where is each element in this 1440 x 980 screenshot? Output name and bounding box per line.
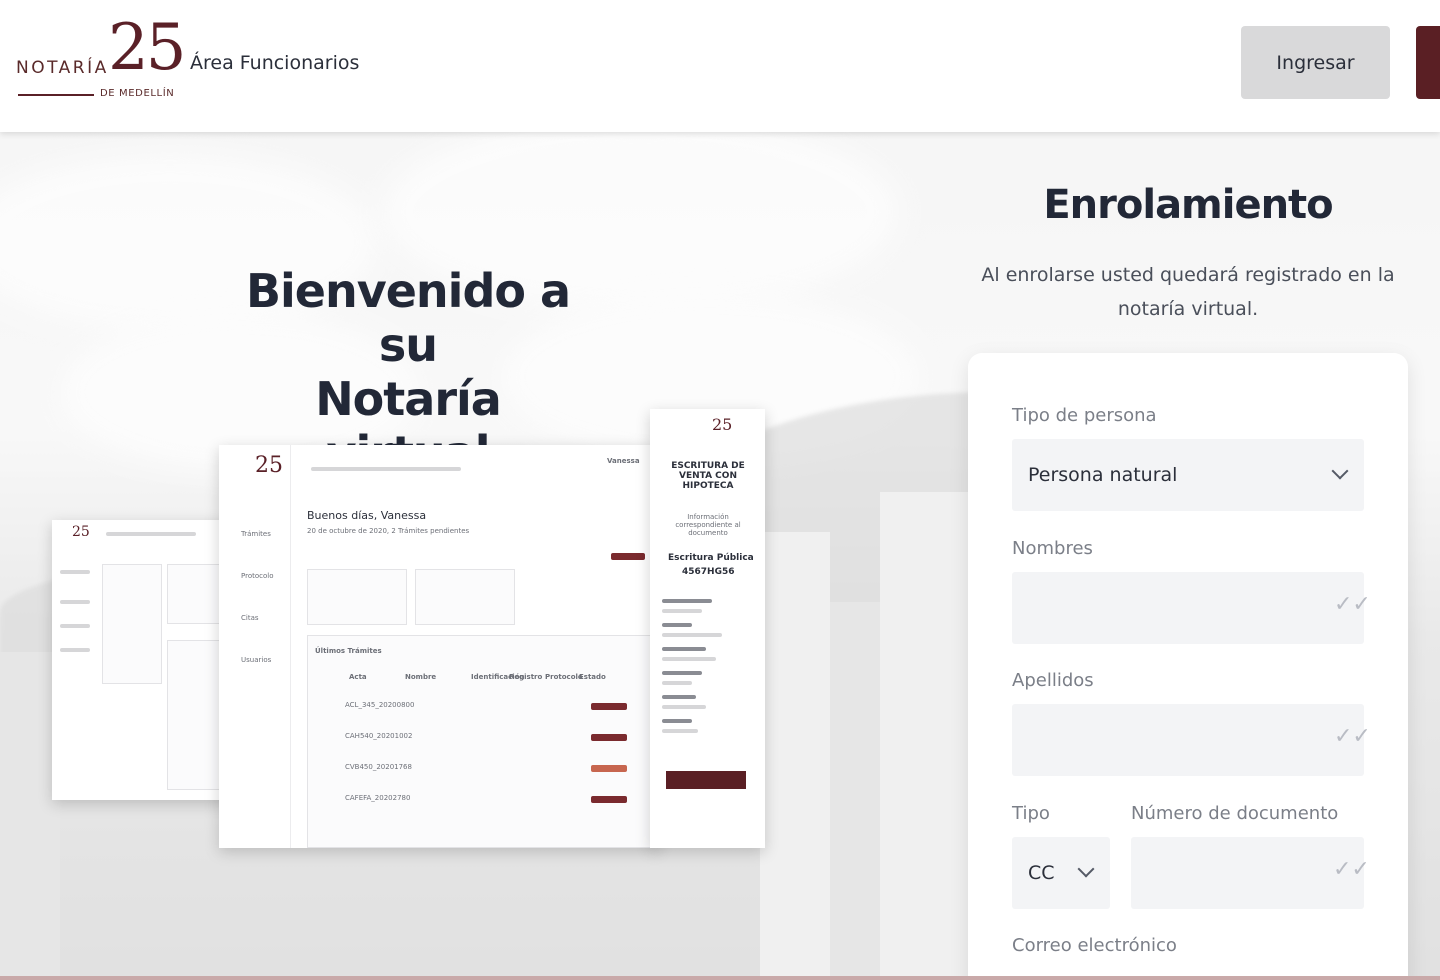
nombres-label: Nombres xyxy=(1012,538,1093,559)
enrolamiento-description: Al enrolarse usted quedará registrado en… xyxy=(981,264,1395,320)
welcome-line-1: Bienvenido a su xyxy=(245,264,571,372)
mockup-card xyxy=(167,564,227,624)
mockup-row-acta: CAFEFA_20202780 xyxy=(345,794,411,802)
mockup-stat-card xyxy=(307,569,407,625)
secondary-header-button[interactable] xyxy=(1416,26,1440,99)
mockup-line xyxy=(662,719,692,723)
mockup-line xyxy=(662,705,706,709)
tipo-persona-select[interactable]: Persona natural xyxy=(1012,439,1364,511)
mockup-row-status xyxy=(591,796,627,803)
mockup-search xyxy=(311,467,461,471)
mockup-col: Registro xyxy=(509,673,543,681)
mockup-card xyxy=(102,564,162,684)
mockup-card xyxy=(167,640,227,790)
mockup-sidebar-item: Protocolo xyxy=(241,572,274,580)
mockup-line xyxy=(60,600,90,604)
mockup-table-title: Últimos Trámites xyxy=(315,647,382,655)
mockup-logo: 25 xyxy=(255,453,283,478)
mockup-row-status xyxy=(591,734,627,741)
mockup-row-acta: CAH540_20201002 xyxy=(345,732,413,740)
mockup-table-card xyxy=(307,635,659,848)
mockup-line xyxy=(662,729,698,733)
double-check-icon: ✓✓ xyxy=(1333,857,1370,882)
mockup-doc-title: ESCRITURA DE VENTA CON HIPOTECA xyxy=(671,461,745,491)
double-check-icon: ✓✓ xyxy=(1334,724,1371,749)
logo-rule xyxy=(18,94,94,96)
logo-number: 25 xyxy=(108,11,186,85)
mockup-doc-number: 4567HG56 xyxy=(682,567,735,577)
chevron-down-icon xyxy=(1331,462,1349,480)
logo-word: NOTARÍA xyxy=(16,58,109,78)
tipo-persona-value: Persona natural xyxy=(1028,464,1178,486)
tipo-documento-label: Tipo xyxy=(1012,803,1050,824)
mockup-user: Vanessa xyxy=(607,457,640,465)
mockup-row-status xyxy=(591,765,627,772)
mockup-line xyxy=(60,624,90,628)
mockup-col: Estado xyxy=(579,673,606,681)
tipo-documento-value: CC xyxy=(1028,862,1055,884)
mockup-line xyxy=(60,570,90,574)
numero-documento-input[interactable]: ✓✓ xyxy=(1131,837,1370,909)
tipo-documento-select[interactable]: CC xyxy=(1012,837,1110,909)
notaria-logo[interactable]: NOTARÍA 25 DE MEDELLÍN xyxy=(16,16,186,106)
mockup-col: Protocolo xyxy=(545,673,583,681)
chevron-down-icon xyxy=(1077,860,1095,878)
mockup-sidebar-item: Citas xyxy=(241,614,259,622)
mockup-line xyxy=(662,647,706,651)
mockup-action xyxy=(611,553,645,560)
mockup-logo: 25 xyxy=(72,524,90,540)
nombres-input[interactable]: ✓✓ xyxy=(1012,572,1371,644)
mockup-main-screen: 25 Trámites Protocolo Citas Usuarios Van… xyxy=(219,445,659,848)
mockup-doc-number-label: Escritura Pública xyxy=(668,553,754,563)
mockup-doc-button xyxy=(666,771,746,789)
mockup-line xyxy=(60,648,90,652)
enrolamiento-title: Enrolamiento xyxy=(1043,182,1333,228)
mockup-col: Nombre xyxy=(405,673,437,681)
mockup-date: 20 de octubre de 2020, 2 Trámites pendie… xyxy=(307,527,470,535)
apellidos-label: Apellidos xyxy=(1012,670,1094,691)
mockup-small-screen: 25 xyxy=(52,520,232,800)
mockup-sidebar-item: Usuarios xyxy=(241,656,272,664)
tipo-persona-label: Tipo de persona xyxy=(1012,405,1157,426)
numero-documento-label: Número de documento xyxy=(1131,803,1339,824)
mockup-row-acta: ACL_345_20200800 xyxy=(345,701,415,709)
area-funcionarios-link[interactable]: Área Funcionarios xyxy=(190,52,359,74)
top-header: NOTARÍA 25 DE MEDELLÍN Área Funcionarios… xyxy=(0,0,1440,132)
mockup-line xyxy=(662,623,692,627)
enrolamiento-form: Tipo de persona Persona natural Nombres … xyxy=(968,353,1408,980)
mockup-sidebar: 25 Trámites Protocolo Citas Usuarios xyxy=(219,445,291,848)
mockup-row-acta: CVB450_20201768 xyxy=(345,763,412,771)
double-check-icon: ✓✓ xyxy=(1334,592,1371,617)
mockup-greeting: Buenos días, Vanessa xyxy=(307,509,427,522)
mockup-line xyxy=(662,633,722,637)
mockup-line xyxy=(662,681,692,685)
mockup-logo: 25 xyxy=(712,415,733,434)
mockup-document-screen: 25 ESCRITURA DE VENTA CON HIPOTECA Infor… xyxy=(650,409,765,848)
mockup-search xyxy=(106,532,196,536)
apellidos-input[interactable]: ✓✓ xyxy=(1012,704,1371,776)
ingresar-button[interactable]: Ingresar xyxy=(1241,26,1390,99)
mockup-doc-info: Información correspondiente al documento xyxy=(675,513,741,537)
mockup-line xyxy=(662,609,702,613)
mockup-stat-card xyxy=(415,569,515,625)
mockup-line xyxy=(662,599,712,603)
correo-label: Correo electrónico xyxy=(1012,935,1177,956)
mockup-col: Acta xyxy=(349,673,367,681)
logo-subtitle: DE MEDELLÍN xyxy=(100,88,175,99)
mockup-line xyxy=(662,671,702,675)
bottom-accent-line xyxy=(0,976,1440,980)
mockup-sidebar-item: Trámites xyxy=(241,530,271,538)
mockup-line xyxy=(662,695,696,699)
mockup-line xyxy=(662,657,716,661)
mockup-row-status xyxy=(591,703,627,710)
